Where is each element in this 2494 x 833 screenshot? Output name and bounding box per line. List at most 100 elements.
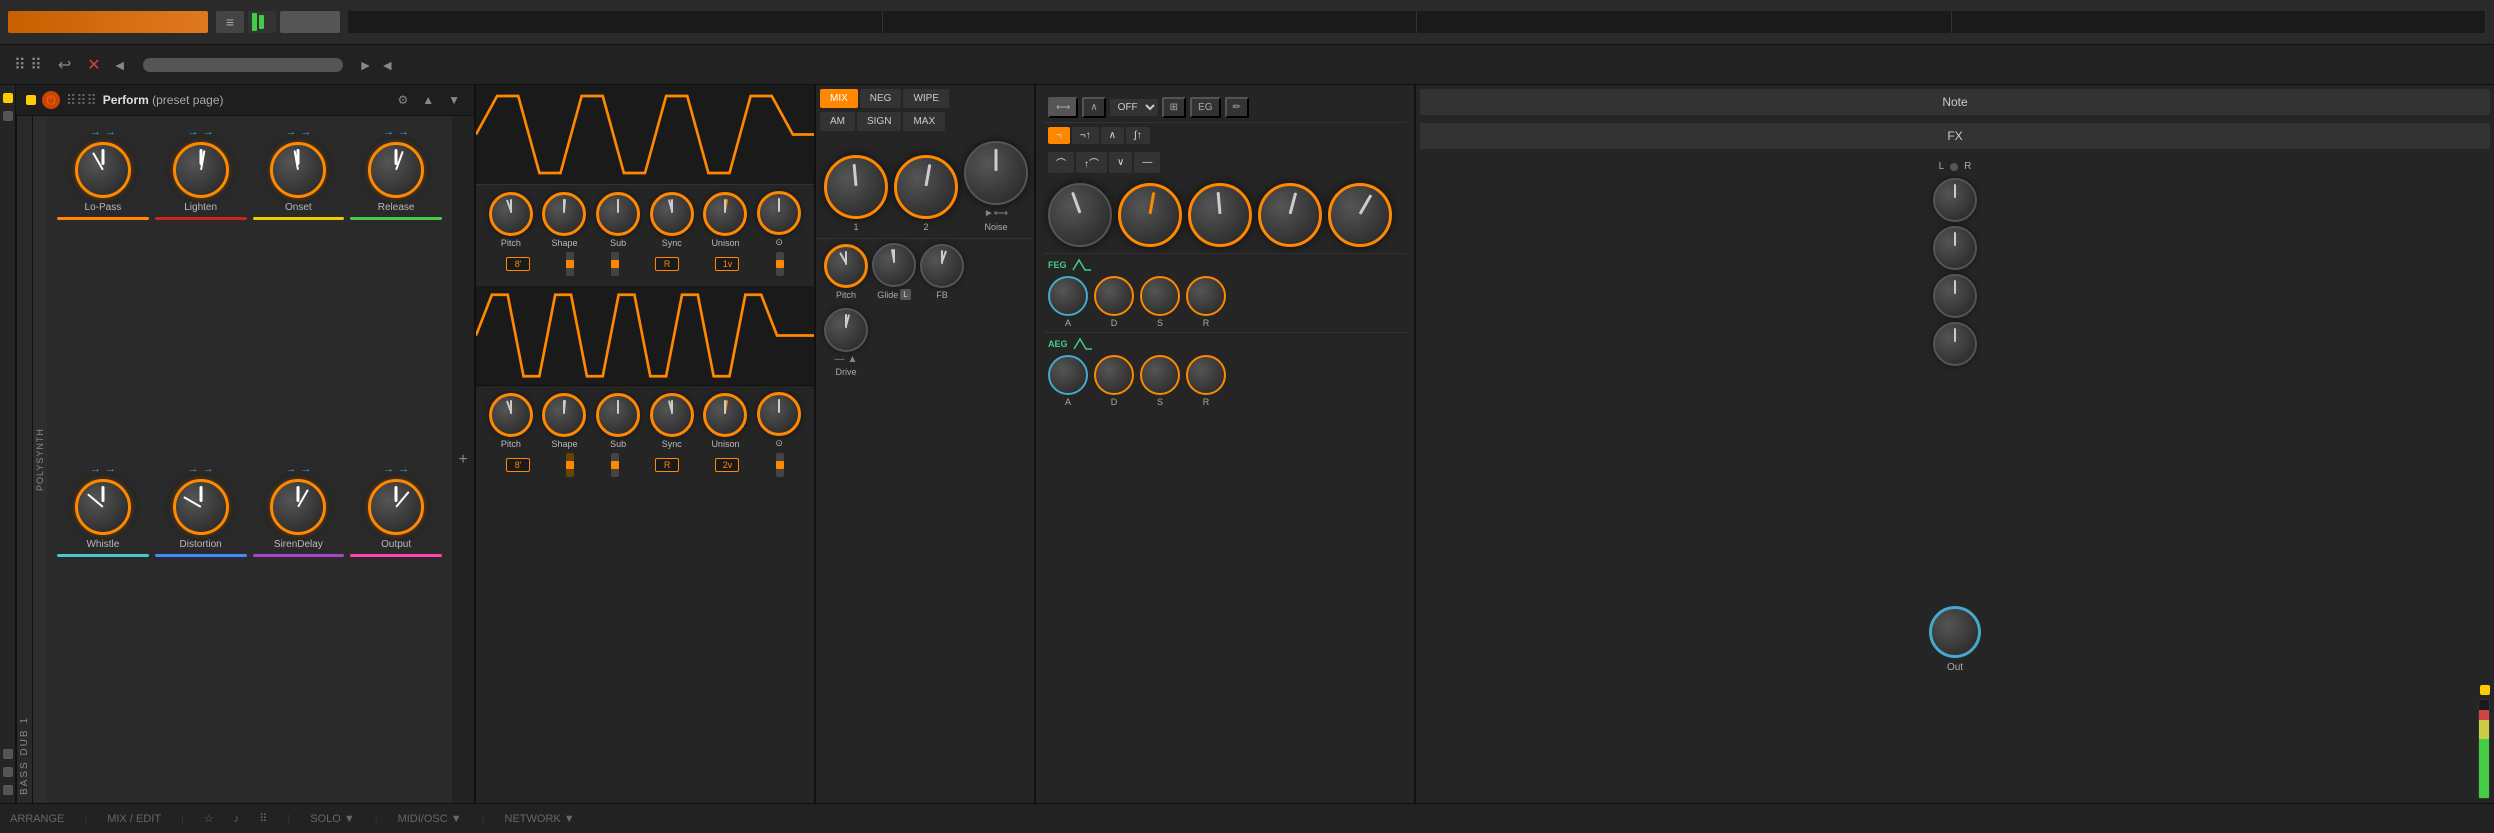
filter-knob5[interactable] xyxy=(1328,183,1392,247)
bottom-solo[interactable]: SOLO ▼ xyxy=(310,813,355,825)
shape-btn-3[interactable]: ∧ xyxy=(1101,127,1124,144)
osc1-sub-slider[interactable] xyxy=(611,252,619,276)
filter-edit-btn[interactable]: ✏ xyxy=(1225,97,1249,118)
lopass-knob[interactable] xyxy=(75,142,131,198)
noise-arrow-icon[interactable]: ►⟷ xyxy=(984,208,1008,219)
note-knob3[interactable] xyxy=(1933,274,1977,318)
osc1-pitch-val[interactable]: 8' xyxy=(506,257,530,271)
power-button[interactable]: ⏻ xyxy=(42,91,60,109)
undo-icon[interactable]: ↩ xyxy=(54,53,75,77)
shape-btn-8[interactable]: — xyxy=(1134,152,1160,173)
grip-handle[interactable]: ⠿⠿⠿ xyxy=(66,92,97,109)
onset-knob[interactable] xyxy=(270,142,326,198)
shape-btn-6[interactable]: ↑⌒ xyxy=(1076,152,1107,173)
shape-btn-2[interactable]: ¬↑ xyxy=(1072,127,1099,144)
filter-mode-dropdown[interactable]: OFF xyxy=(1110,99,1158,116)
bottom-network[interactable]: NETWORK ▼ xyxy=(505,813,575,825)
settings-btn[interactable]: ⚙ xyxy=(393,91,412,109)
mix-button[interactable]: MIX xyxy=(820,89,858,108)
close-icon[interactable]: ✕ xyxy=(83,53,104,77)
note-knob2[interactable] xyxy=(1933,226,1977,270)
filter-knob4[interactable] xyxy=(1258,183,1322,247)
sirendelay-knob[interactable] xyxy=(270,479,326,535)
whistle-knob[interactable] xyxy=(75,479,131,535)
osc1-shape-slider[interactable] xyxy=(566,252,574,276)
aeg-a-knob[interactable] xyxy=(1048,355,1088,395)
osc2-sync-knob[interactable] xyxy=(650,393,694,437)
fb-knob[interactable] xyxy=(920,244,964,288)
noise-mixer-knob[interactable] xyxy=(964,141,1028,205)
osc1-sub-knob[interactable] xyxy=(596,192,640,236)
osc2-sync-val[interactable]: R xyxy=(655,458,679,472)
osc1-unison-knob[interactable] xyxy=(703,192,747,236)
osc1-sync-val[interactable]: R xyxy=(655,257,679,271)
bottom-arrange[interactable]: ARRANGE xyxy=(10,813,64,825)
filter-bars-btn[interactable]: ⊞ xyxy=(1162,97,1186,118)
aeg-r-knob[interactable] xyxy=(1186,355,1226,395)
nav-right-arrow[interactable]: ► xyxy=(359,57,373,73)
pan-knob[interactable] xyxy=(1950,163,1958,171)
filter-link-btn[interactable]: ⟷ xyxy=(1048,97,1078,118)
bottom-grid[interactable]: ⠿ xyxy=(259,812,267,825)
osc2-shape-knob[interactable] xyxy=(542,393,586,437)
grid-icon[interactable]: ⠿ ⠿ xyxy=(10,53,46,77)
shape-btn-5[interactable]: ⌒ xyxy=(1048,152,1074,173)
nav-left-arrow[interactable]: ◄ xyxy=(113,57,127,73)
bottom-midi[interactable]: MIDI/OSC ▼ xyxy=(398,813,462,825)
feg-r-knob[interactable] xyxy=(1186,276,1226,316)
am-button[interactable]: AM xyxy=(820,112,855,131)
osc2-unison-val[interactable]: 2v xyxy=(715,458,739,472)
layer-icon[interactable] xyxy=(3,111,13,121)
osc2-pitch-val[interactable]: 8' xyxy=(506,458,530,472)
osc2-sub-knob[interactable] xyxy=(596,393,640,437)
wipe-button[interactable]: WIPE xyxy=(903,89,949,108)
feg-s-knob[interactable] xyxy=(1140,276,1180,316)
osc1-phase-slider[interactable] xyxy=(776,252,784,276)
shape-btn-4[interactable]: ∫↑ xyxy=(1126,127,1150,144)
lighten-knob[interactable] xyxy=(173,142,229,198)
aeg-s-knob[interactable] xyxy=(1140,355,1180,395)
drive-knob[interactable] xyxy=(824,308,868,352)
aeg-d-knob[interactable] xyxy=(1094,355,1134,395)
bottom-note[interactable]: ♪ xyxy=(234,813,240,825)
neg-button[interactable]: NEG xyxy=(860,89,902,108)
nav-left2-arrow[interactable]: ◄ xyxy=(380,57,394,73)
fx-button[interactable]: FX xyxy=(1420,123,2490,149)
output-knob[interactable] xyxy=(368,479,424,535)
down-btn[interactable]: ▼ xyxy=(444,91,464,109)
osc1-phase-knob[interactable] xyxy=(757,191,801,235)
shape-btn-1[interactable]: ¬ xyxy=(1048,127,1070,144)
filter-knob3[interactable] xyxy=(1188,183,1252,247)
osc2-shape-slider[interactable] xyxy=(566,453,574,477)
filter-knob1[interactable] xyxy=(1048,183,1112,247)
sign-button[interactable]: SIGN xyxy=(857,112,901,131)
note-button[interactable]: Note xyxy=(1420,89,2490,115)
filter-knob2[interactable] xyxy=(1118,183,1182,247)
shape-btn-7[interactable]: ∨ xyxy=(1109,152,1132,173)
scrollbar[interactable] xyxy=(143,58,343,72)
note-knob4[interactable] xyxy=(1933,322,1977,366)
feg-a-knob[interactable] xyxy=(1048,276,1088,316)
pitch-knob[interactable] xyxy=(824,244,868,288)
osc1-sync-knob[interactable] xyxy=(650,192,694,236)
osc2-pitch-knob[interactable] xyxy=(489,393,533,437)
distortion-knob[interactable] xyxy=(173,479,229,535)
osc1-shape-knob[interactable] xyxy=(542,192,586,236)
release-knob[interactable] xyxy=(368,142,424,198)
osc2-unison-knob[interactable] xyxy=(703,393,747,437)
menu-icon[interactable]: ≡ xyxy=(216,11,244,33)
osc2-phase-knob[interactable] xyxy=(757,392,801,436)
up-btn[interactable]: ▲ xyxy=(418,91,438,109)
osc1-pitch-knob[interactable] xyxy=(489,192,533,236)
add-button[interactable]: + xyxy=(454,451,472,469)
osc2-sub-slider[interactable] xyxy=(611,453,619,477)
bottom-star[interactable]: ☆ xyxy=(204,812,214,825)
filter-eg-btn[interactable]: EG xyxy=(1190,97,1220,118)
filter-peak-btn[interactable]: ∧ xyxy=(1082,97,1105,118)
note-knob1[interactable] xyxy=(1933,178,1977,222)
max-button[interactable]: MAX xyxy=(903,112,945,131)
osc2-phase-slider[interactable] xyxy=(776,453,784,477)
feg-d-knob[interactable] xyxy=(1094,276,1134,316)
osc1-mixer-knob[interactable] xyxy=(824,155,888,219)
osc2-mixer-knob[interactable] xyxy=(894,155,958,219)
